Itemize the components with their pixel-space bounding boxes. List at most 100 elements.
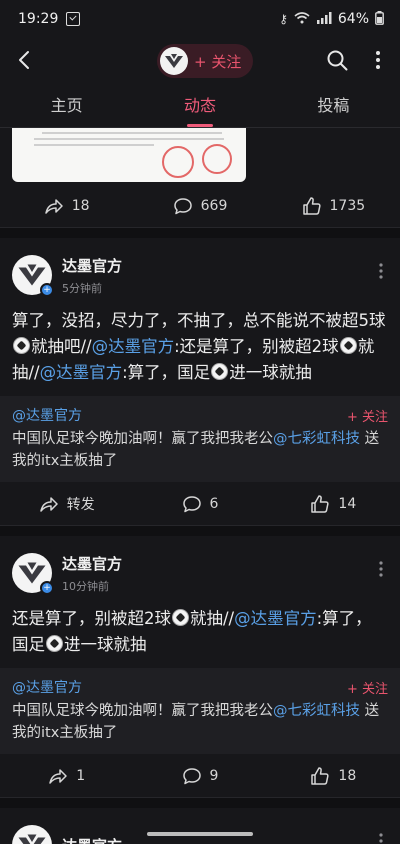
post-text[interactable]: 还是算了，别被超2球 就抽//@达墨官方:算了，国足 进一球就抽 bbox=[0, 598, 400, 668]
wifi-icon bbox=[294, 11, 310, 27]
soccer-ball-icon bbox=[211, 363, 229, 380]
header-follow-button[interactable]: + 关注 bbox=[194, 51, 241, 72]
notification-check-icon bbox=[66, 12, 81, 26]
stamp-seal-icon bbox=[162, 146, 194, 178]
search-icon[interactable] bbox=[326, 49, 348, 71]
repost-count: 18 bbox=[71, 197, 90, 214]
key-icon: ⚷ bbox=[279, 12, 288, 26]
share-arrow-icon bbox=[49, 768, 67, 784]
repost-label: 转发 bbox=[66, 496, 95, 513]
repost-button[interactable]: 18 bbox=[0, 196, 133, 216]
text-span: 就抽// bbox=[190, 609, 235, 628]
status-bar: 19:29 ⚷ 64% bbox=[0, 0, 400, 38]
author-name[interactable]: 达墨官方 bbox=[62, 835, 122, 844]
profile-tabs: 主页 动态 投稿 bbox=[0, 84, 400, 128]
feed-card: 达墨官方 bbox=[0, 808, 400, 844]
text-span: 就抽吧// bbox=[31, 337, 92, 356]
quoted-user[interactable]: @达墨官方 bbox=[12, 405, 82, 425]
mention-link[interactable]: @达墨官方 bbox=[234, 609, 317, 628]
share-arrow-icon bbox=[45, 198, 63, 214]
feed-card: + 达墨官方 5分钟前 算了，没招，尽力了，不抽了，总不能说不被超5球就抽吧//… bbox=[0, 238, 400, 526]
feed-card: + 达墨官方 10分钟前 还是算了，别被超2球 就抽//@达墨官方:算了，国足 进一… bbox=[0, 536, 400, 798]
author-avatar[interactable]: + bbox=[12, 553, 54, 595]
quoted-user[interactable]: @达墨官方 bbox=[12, 677, 82, 697]
stamp-seal-icon bbox=[202, 144, 232, 174]
soccer-ball-icon bbox=[13, 337, 30, 354]
battery-level: 64% bbox=[337, 11, 369, 27]
quoted-post[interactable]: @达墨官方 + 关注 中国队足球今晚加油啊！赢了我把我老公@七彩虹科技 送我的i… bbox=[0, 668, 400, 754]
tforce-logo-icon bbox=[165, 54, 183, 68]
author-avatar[interactable] bbox=[12, 825, 52, 844]
post-actions: 18 669 1735 bbox=[0, 184, 400, 228]
verified-badge-icon: + bbox=[40, 581, 54, 595]
repost-button[interactable]: 转发 bbox=[0, 494, 133, 514]
quoted-follow-button[interactable]: + 关注 bbox=[347, 678, 388, 697]
mention-link[interactable]: @七彩虹科技 bbox=[273, 431, 360, 447]
author-avatar[interactable]: + bbox=[12, 255, 54, 297]
author-name[interactable]: 达墨官方 bbox=[62, 255, 122, 276]
header-avatar[interactable] bbox=[160, 47, 188, 75]
text-span: 算了，没招，尽力了，不抽了，总不能说不被超5球 bbox=[12, 311, 386, 330]
post-more-icon[interactable] bbox=[378, 560, 384, 578]
like-count: 14 bbox=[338, 495, 357, 512]
status-time: 19:29 bbox=[18, 11, 59, 27]
tab-submissions[interactable]: 投稿 bbox=[267, 84, 400, 127]
battery-icon bbox=[375, 10, 384, 28]
comment-button[interactable]: 6 bbox=[133, 494, 266, 514]
back-arrow-icon[interactable] bbox=[14, 49, 36, 71]
post-actions: 1 9 18 bbox=[0, 754, 400, 798]
text-span: :还是算了，别被超2球 bbox=[174, 337, 339, 356]
author-name[interactable]: 达墨官方 bbox=[62, 553, 122, 574]
text-span: 进一球就抽 bbox=[64, 635, 147, 654]
text-span: 中国队足球今晚加油啊！赢了我把我老公 bbox=[12, 431, 273, 447]
post-more-icon[interactable] bbox=[378, 832, 384, 844]
thumbs-up-icon bbox=[311, 494, 329, 513]
more-options-icon[interactable] bbox=[372, 49, 384, 71]
comment-button[interactable]: 9 bbox=[133, 766, 266, 786]
text-span: :算了，国足 bbox=[122, 363, 211, 382]
soccer-ball-icon bbox=[46, 635, 63, 652]
top-bar: + 关注 bbox=[0, 38, 400, 84]
text-span: 进一球就抽 bbox=[229, 363, 312, 382]
comment-count: 669 bbox=[200, 197, 228, 214]
header-follow-pill[interactable]: + 关注 bbox=[157, 44, 254, 78]
repost-count: 1 bbox=[76, 767, 86, 784]
comment-count: 9 bbox=[209, 767, 219, 784]
like-button[interactable]: 1735 bbox=[267, 196, 400, 216]
comment-bubble-icon bbox=[182, 767, 201, 784]
quoted-text: 中国队足球今晚加油啊！赢了我把我老公@七彩虹科技 送我的itx主板抽了 bbox=[12, 700, 388, 744]
like-count: 1735 bbox=[329, 197, 366, 214]
comment-bubble-icon bbox=[182, 495, 201, 512]
verified-badge-icon: + bbox=[40, 283, 54, 297]
post-actions: 转发 6 14 bbox=[0, 482, 400, 526]
repost-button[interactable]: 1 bbox=[0, 766, 133, 786]
document-image[interactable] bbox=[12, 128, 246, 182]
tab-dynamics[interactable]: 动态 bbox=[133, 84, 266, 127]
post-time: 10分钟前 bbox=[62, 579, 109, 593]
soccer-ball-icon bbox=[339, 337, 357, 354]
text-span: 中国队足球今晚加油啊！赢了我把我老公 bbox=[12, 703, 273, 719]
quoted-text: 中国队足球今晚加油啊！赢了我把我老公@七彩虹科技 送我的itx主板抽了 bbox=[12, 428, 388, 472]
feed: 18 669 1735 + 达墨官方 5分钟前 算了，没招，尽力了，不抽了，总不… bbox=[0, 128, 400, 844]
mention-link[interactable]: @七彩虹科技 bbox=[273, 703, 360, 719]
mention-link[interactable]: @达墨官方 bbox=[40, 363, 123, 382]
post-more-icon[interactable] bbox=[378, 262, 384, 280]
comment-count: 6 bbox=[209, 495, 219, 512]
quoted-follow-button[interactable]: + 关注 bbox=[347, 406, 388, 425]
tforce-logo-icon bbox=[18, 834, 46, 844]
post-text[interactable]: 算了，没招，尽力了，不抽了，总不能说不被超5球就抽吧//@达墨官方:还是算了，别… bbox=[0, 300, 400, 396]
share-arrow-icon bbox=[39, 496, 58, 512]
like-button[interactable]: 14 bbox=[267, 494, 400, 514]
feed-card-top: 18 669 1735 bbox=[0, 128, 400, 228]
quoted-post[interactable]: @达墨官方 + 关注 中国队足球今晚加油啊！赢了我把我老公@七彩虹科技 送我的i… bbox=[0, 396, 400, 482]
tab-home[interactable]: 主页 bbox=[0, 84, 133, 127]
home-indicator[interactable] bbox=[147, 832, 253, 836]
signal-icon bbox=[316, 11, 332, 27]
comment-bubble-icon bbox=[173, 197, 192, 214]
comment-button[interactable]: 669 bbox=[133, 196, 266, 216]
mention-link[interactable]: @达墨官方 bbox=[92, 337, 175, 356]
thumbs-up-icon bbox=[311, 766, 329, 785]
status-icons: ⚷ 64% bbox=[279, 10, 384, 28]
like-count: 18 bbox=[338, 767, 357, 784]
like-button[interactable]: 18 bbox=[267, 766, 400, 786]
